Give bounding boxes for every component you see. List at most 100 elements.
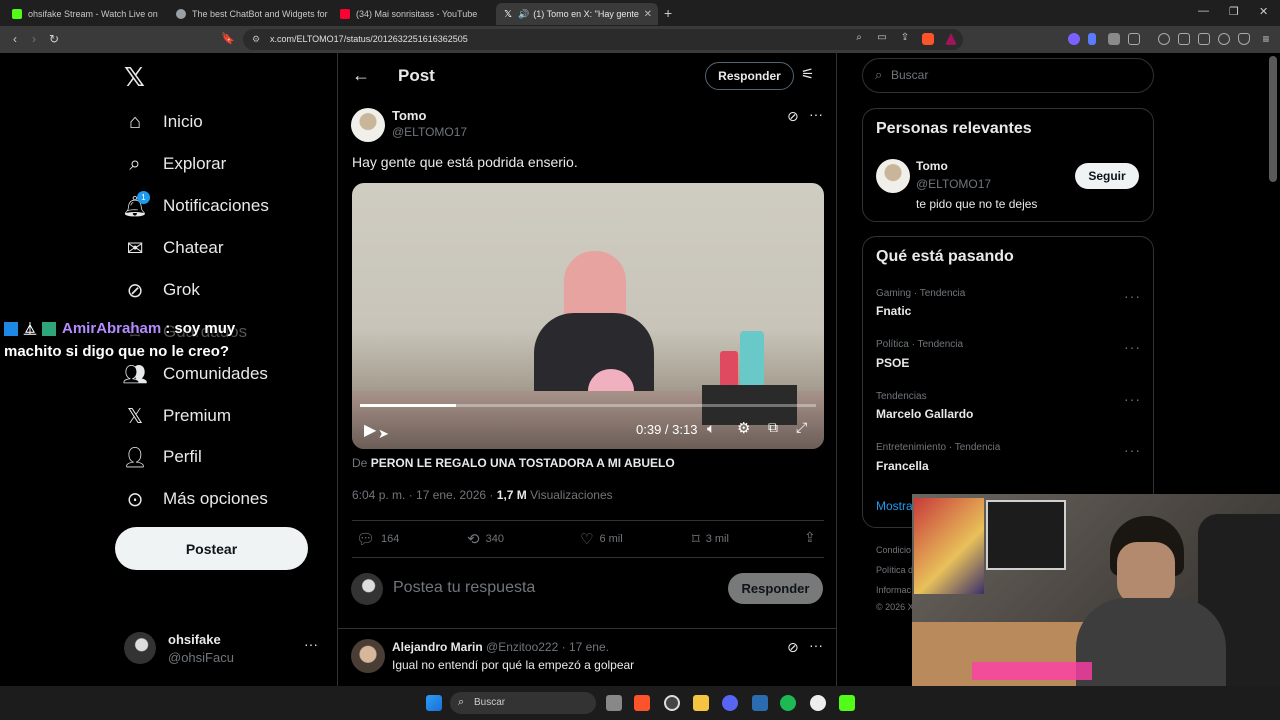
more-icon[interactable]: ··· — [1124, 391, 1141, 407]
trend-item[interactable]: Francella — [876, 459, 929, 473]
person-avatar[interactable] — [876, 159, 910, 193]
sidebar-item-perfil[interactable]: 👤︎ Perfil — [122, 437, 201, 477]
x-logo-icon[interactable]: 𝕏 — [124, 62, 145, 93]
show-more-link[interactable]: Mostrar — [876, 499, 917, 513]
person-handle[interactable]: @ELTOMO17 — [916, 177, 991, 191]
bookmark-action[interactable]: ⌑ 3 mil — [692, 530, 729, 548]
reload-button[interactable]: ↻ — [46, 32, 62, 46]
task-view-icon[interactable] — [606, 695, 622, 711]
close-tab-icon[interactable]: ✕ — [640, 8, 652, 20]
leo-icon[interactable] — [1218, 33, 1230, 45]
share-icon[interactable]: ⇪ — [804, 529, 816, 546]
extensions-icon[interactable] — [1108, 33, 1120, 45]
kick-icon[interactable] — [839, 695, 855, 711]
sidebar-item-inicio[interactable]: ⌂ Inicio — [122, 102, 203, 142]
picture-in-picture-icon[interactable]: ⧉ — [768, 419, 778, 436]
extension-purple-icon[interactable] — [1068, 33, 1080, 45]
zoom-icon[interactable]: ⌕ — [851, 32, 867, 43]
app-icon[interactable] — [752, 695, 768, 711]
person-name[interactable]: Tomo — [916, 159, 948, 173]
account-switcher[interactable]: ohsifake @ohsiFacu ··· — [122, 630, 322, 666]
back-button[interactable]: ‹ — [7, 32, 23, 46]
folder-icon[interactable] — [693, 695, 709, 711]
spotify-icon[interactable] — [780, 695, 796, 711]
reply-submit-button[interactable]: Responder — [728, 573, 823, 604]
reply-action[interactable]: 💬︎ 164 — [356, 530, 399, 548]
taskbar-search[interactable]: ⌕ Buscar — [450, 692, 596, 714]
main-column: ← Post Responder ⚟ Tomo @ELTOMO17 ⊘ ··· … — [337, 53, 837, 686]
trend-item[interactable]: Fnatic — [876, 304, 911, 318]
author-handle[interactable]: @ELTOMO17 — [392, 125, 467, 139]
more-icon[interactable]: ··· — [809, 637, 823, 653]
play-icon[interactable]: ▶ — [364, 420, 376, 440]
sidebar-item-premium[interactable]: 𝕏 Premium — [122, 396, 231, 436]
video-source[interactable]: De PERON LE REGALO UNA TOSTADORA A MI AB… — [352, 456, 675, 470]
sidebar-item-chatear[interactable]: ✉ Chatear — [122, 228, 224, 268]
grok-icon[interactable]: ⊘ — [787, 108, 799, 125]
more-icon[interactable]: ··· — [1124, 288, 1141, 304]
site-info-icon[interactable]: ⚙ — [252, 29, 260, 50]
scrollbar[interactable] — [1269, 56, 1277, 182]
footer-link[interactable]: Política d — [876, 565, 913, 575]
sidebar-item-explorar[interactable]: ⌕ Explorar — [122, 144, 226, 184]
fullscreen-icon[interactable]: ⤢ — [796, 419, 807, 436]
tab-youtube[interactable]: (34) Mai sonrisitass - YouTube — [332, 3, 492, 25]
sidebar-icon[interactable] — [1178, 33, 1190, 45]
media-icon[interactable] — [1158, 33, 1170, 45]
search-box[interactable]: ⌕ Buscar — [862, 58, 1154, 93]
filter-icon[interactable]: ⚟ — [801, 65, 814, 83]
cast-icon[interactable]: ▭ — [874, 32, 890, 43]
reply-avatar[interactable] — [351, 639, 385, 673]
settings-icon[interactable]: ⚙ — [737, 419, 750, 437]
footer-link[interactable]: Informac — [876, 585, 911, 595]
author-name[interactable]: Tomo — [392, 108, 426, 123]
author-avatar[interactable] — [351, 108, 385, 142]
start-icon[interactable] — [426, 695, 442, 711]
sidebar-item-notificaciones[interactable]: 🔔︎ 1 Notificaciones — [122, 186, 269, 226]
brave-icon[interactable] — [634, 695, 650, 711]
extension-wave-icon[interactable] — [1088, 33, 1096, 45]
reply-header-button[interactable]: Responder — [705, 62, 794, 90]
discord-icon[interactable] — [722, 695, 738, 711]
video-progress-track[interactable] — [360, 404, 816, 407]
more-icon[interactable]: ··· — [809, 106, 823, 122]
new-tab-button[interactable]: + — [664, 5, 672, 21]
tab-kick[interactable]: ohsifake Stream - Watch Live on — [4, 3, 164, 25]
more-icon[interactable]: ··· — [1124, 442, 1141, 458]
reply-author-name[interactable]: Alejandro Marin — [392, 640, 483, 654]
obs-icon[interactable] — [810, 695, 826, 711]
reply-author-handle[interactable]: @Enzitoo222 — [486, 640, 558, 654]
forward-button[interactable]: › — [26, 32, 42, 46]
browser-tab-bar: ohsifake Stream - Watch Live on The best… — [0, 0, 1280, 26]
trend-item[interactable]: PSOE — [876, 356, 909, 370]
wallet-icon[interactable] — [1198, 33, 1210, 45]
brave-shield-icon[interactable] — [922, 33, 934, 45]
chatgpt-icon[interactable] — [664, 695, 680, 711]
like-action[interactable]: ♡ 6 mil — [580, 530, 623, 548]
grok-icon[interactable]: ⊘ — [787, 639, 799, 656]
trend-item[interactable]: Marcelo Gallardo — [876, 407, 973, 421]
sidebar-item-mas-opciones[interactable]: ⊙ Más opciones — [122, 479, 268, 519]
extension-box-icon[interactable] — [1128, 33, 1140, 45]
video-player[interactable]: ▶ 0:39 / 3:13 🔈︎ ⚙ ⧉ ⤢ ➤ — [352, 183, 824, 449]
tab-x-post[interactable]: 𝕏 🔊 (1) Tomo en X: "Hay gente qu ✕ — [496, 3, 658, 25]
menu-icon[interactable]: ≡ — [1258, 32, 1274, 46]
bookmark-page-icon[interactable]: 🔖 — [220, 32, 236, 45]
sidebar-item-comunidades[interactable]: 👥︎ Comunidades — [122, 354, 268, 394]
repost-action[interactable]: ⟲ 340 — [467, 530, 504, 548]
reply-input[interactable]: Postea tu respuesta — [393, 579, 535, 597]
share-icon[interactable]: ⇪ — [897, 32, 913, 43]
volume-icon[interactable]: 🔈︎ — [707, 420, 715, 437]
vpn-icon[interactable] — [1238, 33, 1250, 45]
sidebar-item-grok[interactable]: ⊘ Grok — [122, 270, 200, 310]
more-icon[interactable]: ··· — [1124, 339, 1141, 355]
tab-chatbot[interactable]: The best ChatBot and Widgets for Ki — [168, 3, 328, 25]
webcam-overlay — [912, 494, 1280, 686]
restore-button[interactable]: ❐ — [1229, 5, 1239, 18]
follow-button[interactable]: Seguir — [1075, 163, 1139, 189]
minimize-button[interactable]: — — [1198, 5, 1209, 17]
back-arrow-icon[interactable]: ← — [352, 65, 370, 86]
footer-link[interactable]: Condicio — [876, 545, 911, 555]
post-button[interactable]: Postear — [115, 527, 308, 570]
close-window-button[interactable]: ✕ — [1259, 5, 1268, 18]
